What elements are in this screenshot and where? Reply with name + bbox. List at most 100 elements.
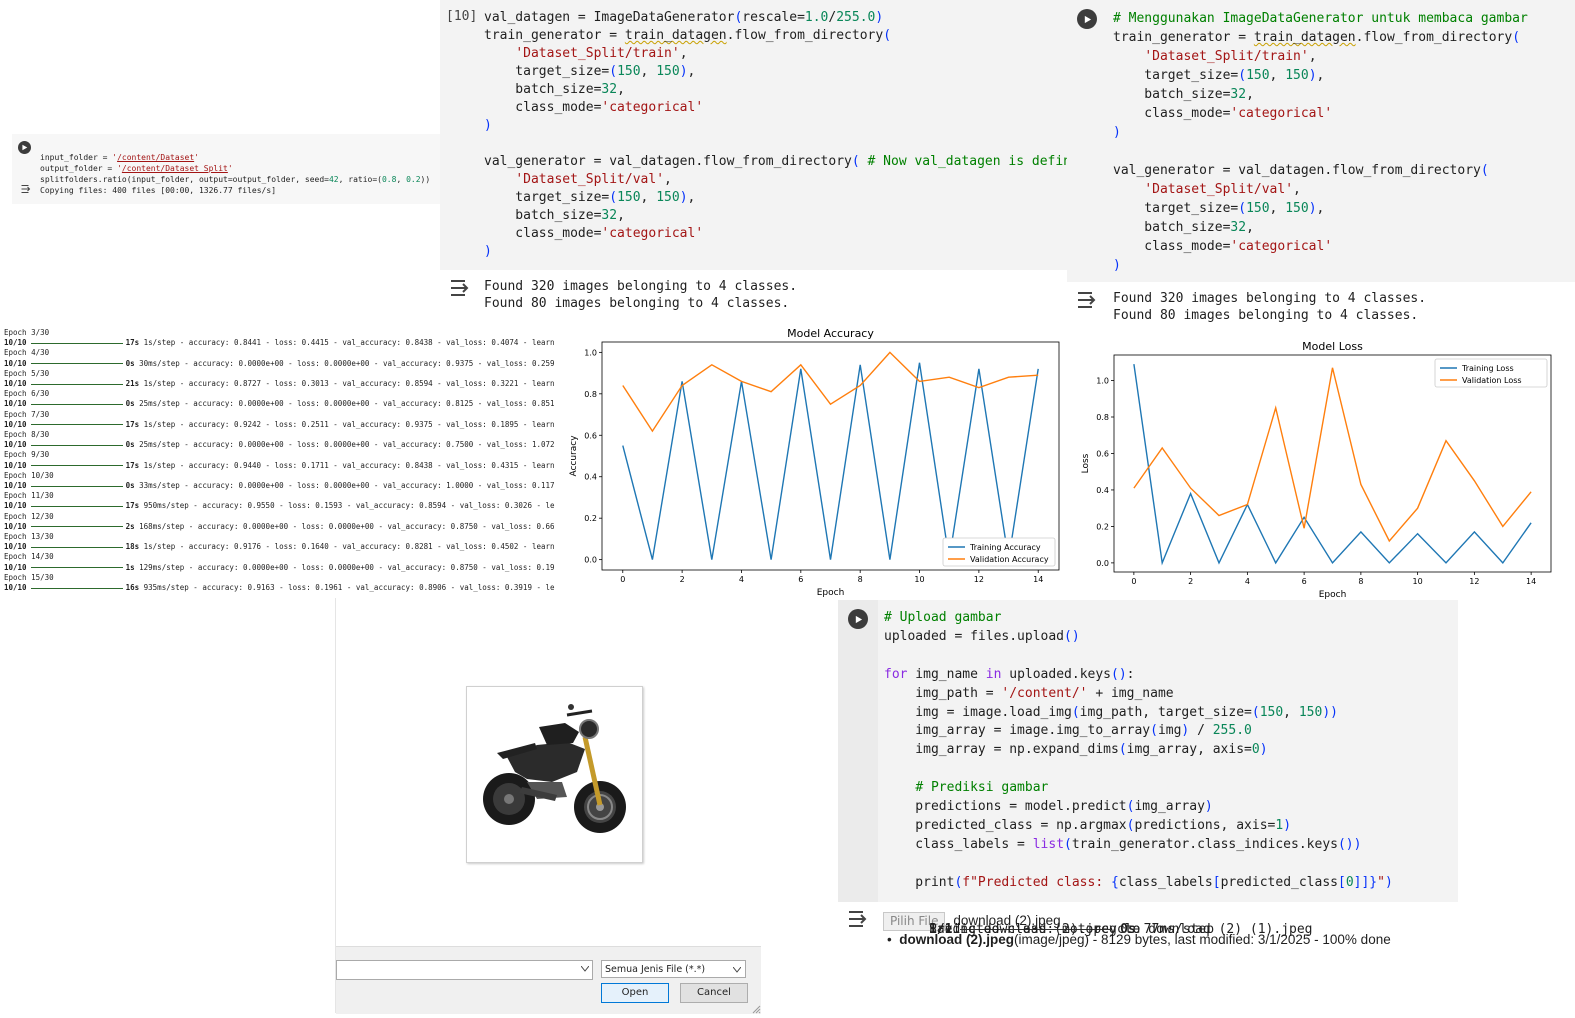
open-button[interactable]: Open — [601, 983, 669, 1003]
x-tick-label: 14 — [1033, 575, 1043, 584]
output-toggle-icon[interactable] — [448, 279, 472, 297]
y-tick-label: 0.6 — [1096, 449, 1109, 458]
image-preview — [466, 686, 643, 863]
epoch-progress-row: 10/10 21s 1s/step - accuracy: 0.8727 - lo… — [4, 379, 560, 389]
run-cell-button[interactable] — [18, 141, 31, 154]
epoch-time: 21s — [125, 379, 140, 389]
epoch-progress-row: 10/10 17s 1s/step - accuracy: 0.9242 - lo… — [4, 420, 560, 430]
y-tick-label: 0.2 — [1096, 522, 1109, 531]
code-block[interactable]: # Upload gambar uploaded = files.upload(… — [884, 609, 1393, 893]
output-toggle-icon[interactable] — [846, 910, 870, 928]
dialog-footer: Semua Jenis File (*.*) Open Cancel — [336, 946, 761, 1014]
epoch-progress-bar — [30, 546, 123, 548]
y-tick-label: 0.4 — [1096, 486, 1109, 495]
epoch-progress-bar — [30, 587, 123, 589]
epoch-progress-bar — [30, 342, 123, 344]
y-tick-label: 0.2 — [584, 514, 597, 523]
epoch-metrics: 1s/step - accuracy: 0.8441 - loss: 0.441… — [143, 338, 555, 348]
x-tick-label: 2 — [680, 575, 685, 584]
x-tick-label: 10 — [914, 575, 924, 584]
epoch-time: 0s — [125, 399, 135, 409]
epoch-label: Epoch 5/30 — [4, 368, 50, 378]
generator-cell: # Menggunakan ImageDataGenerator untuk m… — [1067, 0, 1575, 330]
output-toggle-icon[interactable] — [20, 184, 32, 194]
epoch-time: 16s — [125, 583, 140, 593]
epoch-steps: 10/10 — [4, 399, 27, 409]
y-tick-label: 0.0 — [1096, 559, 1109, 568]
epoch-steps: 10/10 — [4, 440, 27, 450]
epoch-progress-row: 10/10 0s 33ms/step - accuracy: 0.0000e+00… — [4, 481, 560, 491]
legend-label: Training Accuracy — [969, 543, 1041, 552]
resize-grip-icon[interactable] — [751, 1004, 761, 1014]
filetype-label: Semua Jenis File (*.*) — [605, 964, 706, 975]
cell-output: Pilih File download (2).jpeg • download … — [883, 912, 1391, 949]
run-cell-button[interactable] — [848, 609, 868, 629]
x-tick-label: 6 — [1302, 577, 1307, 586]
cancel-button[interactable]: Cancel — [680, 983, 748, 1003]
epoch-time: 17s — [125, 501, 140, 511]
y-tick-label: 0.6 — [584, 431, 597, 440]
play-icon — [1084, 15, 1091, 23]
x-axis-label: Epoch — [817, 588, 845, 598]
epoch-label: Epoch 7/30 — [4, 409, 50, 419]
epoch-steps: 10/10 — [4, 419, 27, 429]
epoch-metrics: 168ms/step - accuracy: 0.0000e+00 - loss… — [139, 521, 555, 531]
epoch-progress-bar — [30, 505, 123, 507]
epoch-progress-bar — [30, 383, 123, 385]
x-tick-label: 4 — [739, 575, 744, 584]
y-tick-label: 0.4 — [584, 473, 597, 482]
progress-rest: 77ms/step — [1143, 922, 1215, 937]
epoch-time: 0s — [125, 481, 135, 491]
epoch-progress-row: 10/10 2s 168ms/step - accuracy: 0.0000e+0… — [4, 522, 560, 532]
output-line: Found 320 images belonging to 4 classes. — [484, 279, 798, 294]
code-line: output_folder = '/content/Dataset_Split' — [40, 164, 233, 173]
x-tick-label: 2 — [1188, 577, 1193, 586]
epoch-label: Epoch 8/30 — [4, 430, 50, 440]
epoch-progress-row: 10/10 17s 1s/step - accuracy: 0.9440 - lo… — [4, 461, 560, 471]
epoch-label: Epoch 13/30 — [4, 532, 54, 542]
split-folders-cell: input_folder = '/content/Dataset' output… — [12, 134, 440, 204]
x-tick-label: 0 — [1131, 577, 1136, 586]
filetype-select[interactable]: Semua Jenis File (*.*) — [601, 960, 746, 978]
accuracy-chart: Model Accuracy 0 2 4 6 8 10 12 14 0.0 0.2 0.4 0.6 0.8… — [569, 327, 1060, 598]
epoch-steps: 10/10 — [4, 501, 27, 511]
epoch-progress-row: 10/10 17s 1s/step - accuracy: 0.8441 - lo… — [4, 338, 560, 348]
cell-execution-count: [10] — [446, 9, 478, 24]
y-tick-label: 0.8 — [584, 390, 597, 399]
y-tick-label: 1.0 — [1096, 377, 1109, 386]
epoch-metrics: 33ms/step - accuracy: 0.0000e+00 - loss:… — [139, 481, 555, 491]
epoch-metrics: 1s/step - accuracy: 0.9440 - loss: 0.171… — [143, 460, 555, 470]
play-icon — [855, 615, 862, 623]
code-block[interactable]: # Menggunakan ImageDataGenerator untuk m… — [1113, 9, 1528, 275]
epoch-time: 0s — [125, 440, 135, 450]
run-cell-button[interactable] — [1077, 9, 1097, 29]
code-line: splitfolders.ratio(input_folder, output=… — [40, 175, 431, 184]
x-tick-label: 8 — [1358, 577, 1363, 586]
code-block[interactable]: val_datagen = ImageDataGenerator(rescale… — [484, 9, 1087, 261]
file-open-dialog: Semua Jenis File (*.*) Open Cancel — [335, 598, 761, 1014]
y-axis-label: Loss — [1081, 453, 1091, 473]
epoch-label: Epoch 3/30 — [4, 328, 50, 337]
epoch-progress-row: 10/10 18s 1s/step - accuracy: 0.9176 - lo… — [4, 542, 560, 552]
epoch-time: 2s — [125, 521, 135, 531]
epoch-time: 17s — [125, 419, 140, 429]
x-tick-label: 4 — [1245, 577, 1250, 586]
cell-output: Copying files: 400 files [00:00, 1326.77… — [40, 186, 277, 195]
training-log: Epoch 3/30 10/10 17s 1s/step - accuracy: 0… — [4, 328, 560, 598]
x-tick-label: 8 — [858, 575, 863, 584]
code-line: input_folder = '/content/Dataset' — [40, 153, 199, 162]
epoch-metrics: 25ms/step - accuracy: 0.0000e+00 - loss:… — [139, 440, 555, 450]
cell-output: Found 320 images belonging to 4 classes.… — [1113, 290, 1426, 324]
epoch-progress-row: 10/10 16s 935ms/step - accuracy: 0.9163 -… — [4, 583, 560, 593]
x-tick-label: 12 — [974, 575, 984, 584]
epoch-progress-row: 10/10 0s 25ms/step - accuracy: 0.0000e+00… — [4, 440, 560, 450]
x-tick-label: 6 — [798, 575, 803, 584]
filename-input[interactable] — [336, 960, 593, 980]
output-toggle-icon[interactable] — [1075, 291, 1099, 309]
epoch-steps: 10/10 — [4, 542, 27, 552]
code-block[interactable]: input_folder = '/content/Dataset' output… — [40, 141, 430, 185]
epoch-time: 17s — [125, 460, 140, 470]
epoch-metrics: 25ms/step - accuracy: 0.0000e+00 - loss:… — [139, 399, 555, 409]
epoch-steps: 10/10 — [4, 481, 27, 491]
predict-cell: # Upload gambar uploaded = files.upload(… — [838, 600, 1458, 1013]
